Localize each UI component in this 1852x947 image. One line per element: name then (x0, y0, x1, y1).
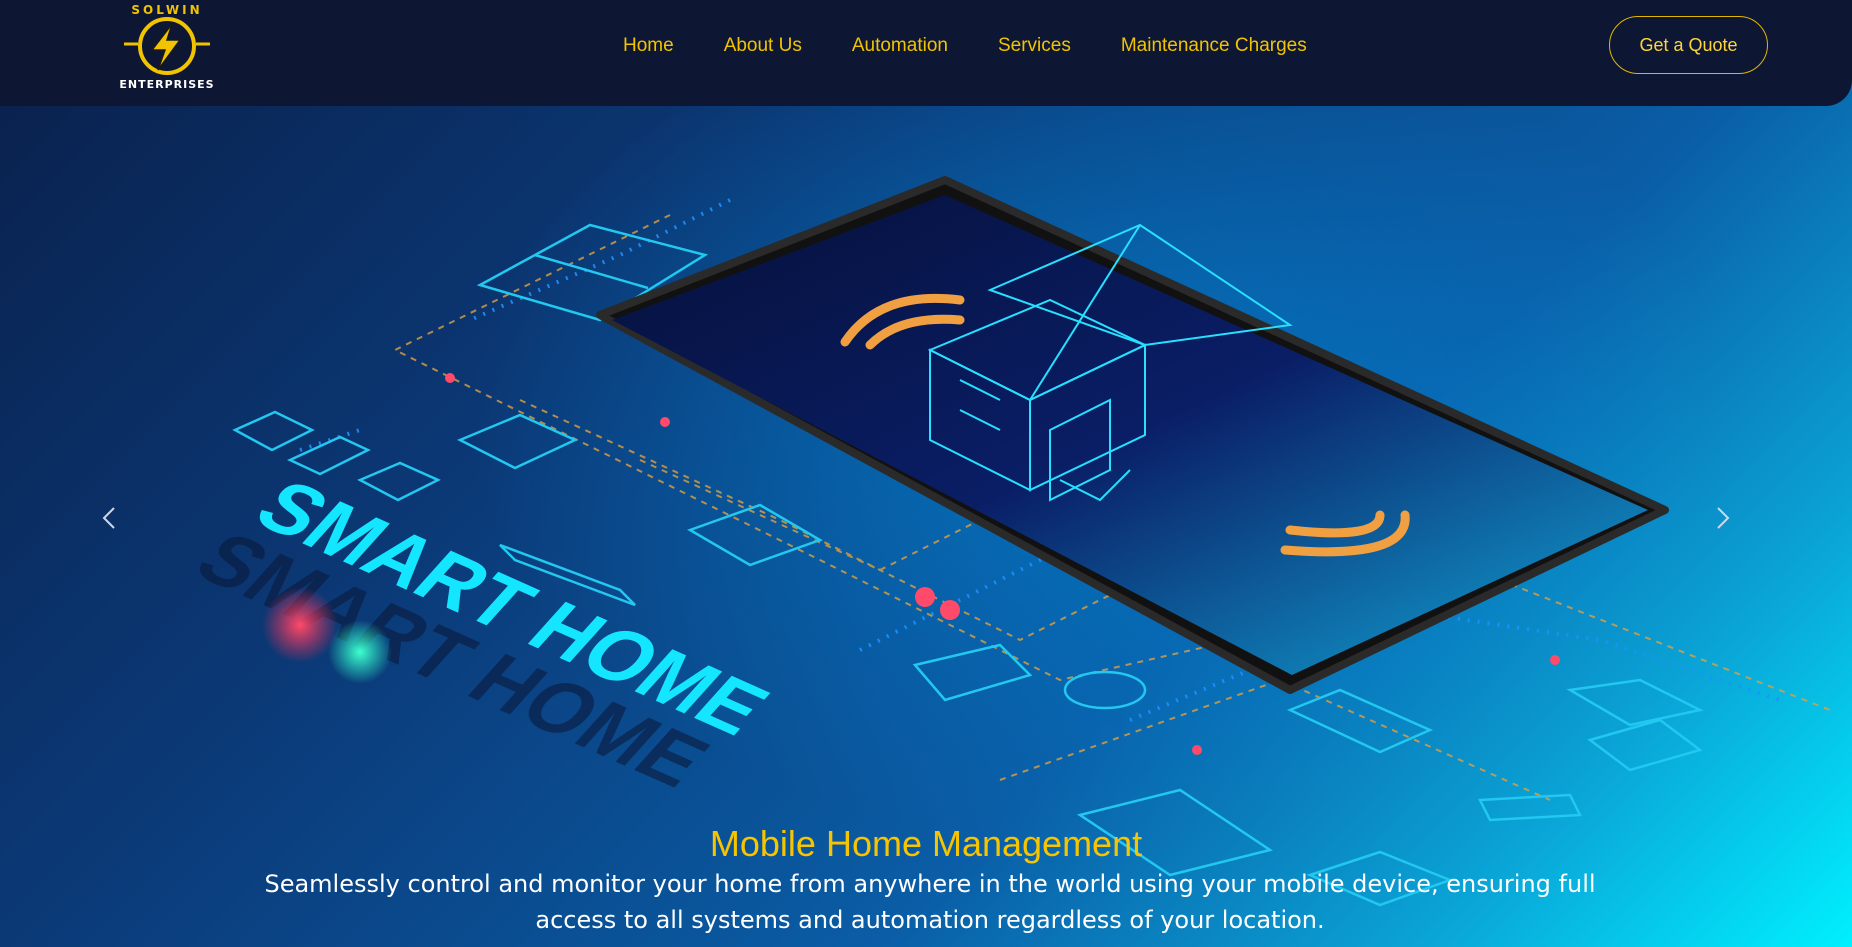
nav-item-home[interactable]: Home (623, 33, 674, 59)
get-a-quote-button[interactable]: Get a Quote (1609, 16, 1768, 74)
nav-item-maintenance-charges[interactable]: Maintenance Charges (1121, 33, 1307, 59)
logo-top-text: SOLWIN (131, 3, 202, 17)
hero-illustration: SMART HOME SMART HOME (179, 176, 1831, 907)
main-nav: Home About Us Automation Services Mainte… (623, 33, 1307, 59)
slide-title: Mobile Home Management (709, 823, 1143, 864)
solwin-logo[interactable]: SOLWIN ENTERPRISES (112, 0, 222, 96)
site-header: SOLWIN ENTERPRISES Home About Us Automat… (0, 0, 1852, 106)
logo-bottom-text: ENTERPRISES (119, 78, 214, 91)
nav-item-about-us[interactable]: About Us (724, 33, 802, 59)
carousel-prev-button[interactable] (95, 503, 125, 533)
hero-slide: SMART HOME SMART HOME (0, 0, 1852, 947)
nav-item-services[interactable]: Services (998, 33, 1071, 59)
chevron-left-icon (102, 507, 115, 529)
carousel-next-button[interactable] (1707, 503, 1737, 533)
nav-item-automation[interactable]: Automation (852, 33, 948, 59)
chevron-right-icon (1717, 507, 1730, 529)
slide-description: Seamlessly control and monitor your home… (264, 870, 1596, 934)
phone-illustration (596, 176, 1669, 694)
